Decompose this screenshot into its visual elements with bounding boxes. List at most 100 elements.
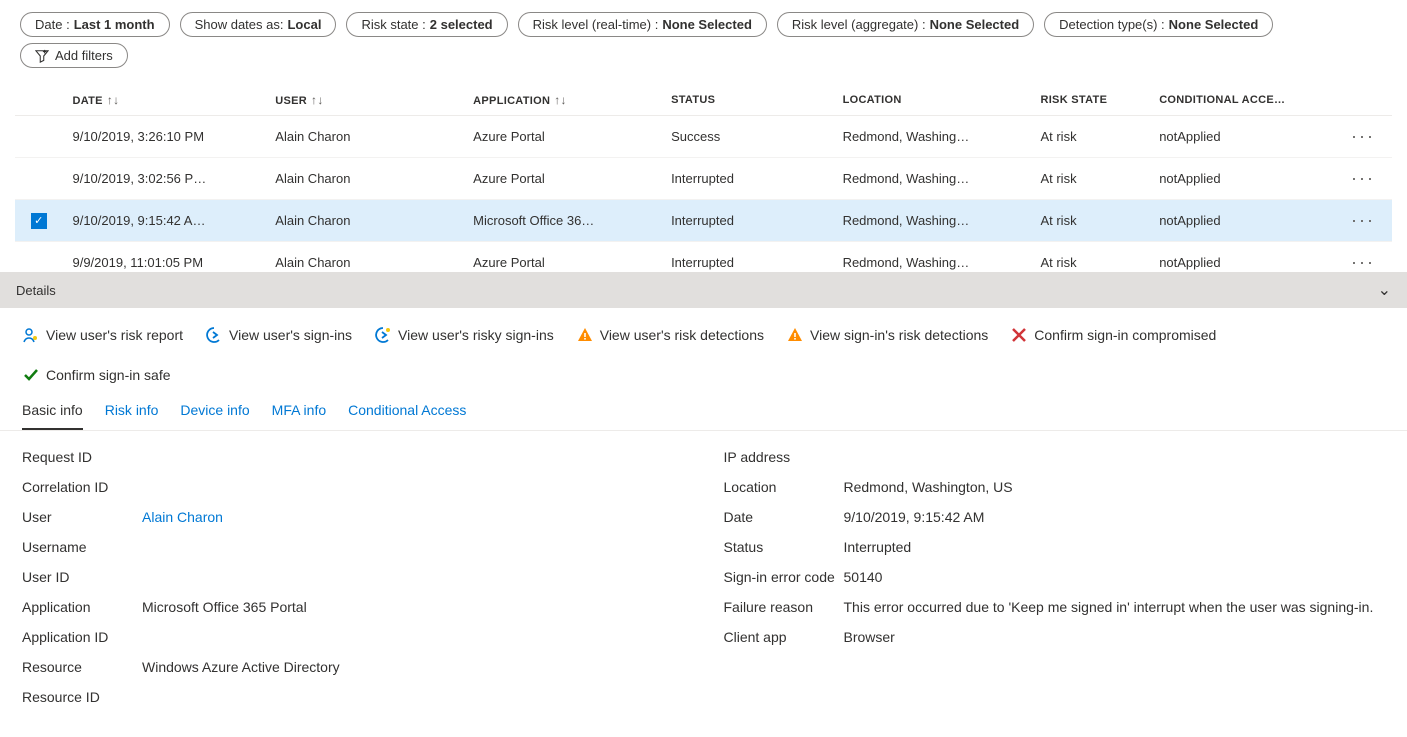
cell-user: Alain Charon xyxy=(265,158,463,200)
view-risky-signins-label: View user's risky sign-ins xyxy=(398,327,554,343)
row-more-button[interactable]: ··· xyxy=(1334,158,1392,200)
cell-riskstate: At risk xyxy=(1030,116,1149,158)
kv-location: LocationRedmond, Washington, US xyxy=(724,479,1386,495)
view-risky-signins-link[interactable]: View user's risky sign-ins xyxy=(374,326,554,344)
cell-status: Interrupted xyxy=(661,158,833,200)
view-risk-report-label: View user's risk report xyxy=(46,327,183,343)
filter-plus-icon xyxy=(35,49,49,63)
col-application-label: Application xyxy=(473,95,550,107)
col-application[interactable]: Application ↑↓ xyxy=(463,85,661,116)
col-date[interactable]: Date↑↓ xyxy=(62,85,265,116)
view-user-detections-link[interactable]: View user's risk detections xyxy=(576,326,764,344)
signin-table: Date↑↓ User↑↓ Application↑↓ Status Locat… xyxy=(15,85,1392,272)
row-checkbox[interactable] xyxy=(15,158,62,200)
filter-dates-as-value: Local xyxy=(287,17,321,32)
confirm-safe-link[interactable]: Confirm sign-in safe xyxy=(22,366,171,384)
cell-date: 9/10/2019, 3:26:10 PM xyxy=(62,116,265,158)
filter-risk-state-value: 2 selected xyxy=(430,17,493,32)
user-link[interactable]: Alain Charon xyxy=(142,509,223,525)
kv-ip: IP address xyxy=(724,449,1386,465)
filter-dates-as-label: Show dates as: xyxy=(195,17,284,32)
row-more-button[interactable]: ··· xyxy=(1334,200,1392,242)
kv-resource: ResourceWindows Azure Active Directory xyxy=(22,659,684,675)
col-date-label: Date xyxy=(72,95,102,107)
kv-status: StatusInterrupted xyxy=(724,539,1386,555)
filter-risk-realtime[interactable]: Risk level (real-time) : None Selected xyxy=(518,12,767,37)
details-title: Details xyxy=(16,283,56,298)
cell-conditional: notApplied xyxy=(1149,116,1334,158)
row-checkbox[interactable]: ✓ xyxy=(15,200,62,242)
filter-risk-aggregate[interactable]: Risk level (aggregate) : None Selected xyxy=(777,12,1034,37)
col-location-label: Location xyxy=(843,94,902,106)
row-checkbox[interactable] xyxy=(15,242,62,273)
kv-correlation-id: Correlation ID xyxy=(22,479,684,495)
details-left-col: Request ID Correlation ID UserAlain Char… xyxy=(22,449,684,719)
view-user-detections-label: View user's risk detections xyxy=(600,327,764,343)
confirm-compromised-link[interactable]: Confirm sign-in compromised xyxy=(1010,326,1216,344)
add-filters-button[interactable]: Add filters xyxy=(20,43,128,68)
col-riskstate[interactable]: Risk State xyxy=(1030,85,1149,116)
signin-icon xyxy=(205,326,223,344)
cell-riskstate: At risk xyxy=(1030,158,1149,200)
details-right-col: IP address LocationRedmond, Washington, … xyxy=(724,449,1386,719)
check-icon xyxy=(22,366,40,384)
filter-risk-state[interactable]: Risk state : 2 selected xyxy=(346,12,507,37)
view-signins-link[interactable]: View user's sign-ins xyxy=(205,326,352,344)
warning-icon xyxy=(786,326,804,344)
cell-date: 9/10/2019, 9:15:42 A… xyxy=(62,200,265,242)
cell-location: Redmond, Washing… xyxy=(833,158,1031,200)
sort-icon: ↑↓ xyxy=(311,93,324,107)
kv-user: UserAlain Charon xyxy=(22,509,684,525)
cell-application: Azure Portal xyxy=(463,242,661,273)
filter-risk-state-label: Risk state : xyxy=(361,17,425,32)
cell-conditional: notApplied xyxy=(1149,158,1334,200)
details-panel-header[interactable]: Details ⌄ xyxy=(0,272,1407,308)
col-user[interactable]: User↑↓ xyxy=(265,85,463,116)
cell-location: Redmond, Washing… xyxy=(833,200,1031,242)
filter-dates-as[interactable]: Show dates as: Local xyxy=(180,12,337,37)
col-location[interactable]: Location xyxy=(833,85,1031,116)
cell-status: Interrupted xyxy=(661,200,833,242)
cell-date: 9/10/2019, 3:02:56 P… xyxy=(62,158,265,200)
filter-date[interactable]: Date : Last 1 month xyxy=(20,12,170,37)
tab-conditional-access[interactable]: Conditional Access xyxy=(348,396,466,430)
row-more-button[interactable]: ··· xyxy=(1334,242,1392,273)
cell-location: Redmond, Washing… xyxy=(833,242,1031,273)
col-status[interactable]: Status xyxy=(661,85,833,116)
tab-risk-info[interactable]: Risk info xyxy=(105,396,159,430)
view-risk-report-link[interactable]: View user's risk report xyxy=(22,326,183,344)
col-checkbox[interactable] xyxy=(15,85,62,116)
tab-basic-info[interactable]: Basic info xyxy=(22,396,83,430)
confirm-safe-label: Confirm sign-in safe xyxy=(46,367,171,383)
row-checkbox[interactable] xyxy=(15,116,62,158)
details-body: Request ID Correlation ID UserAlain Char… xyxy=(0,431,1407,737)
kv-resource-id: Resource ID xyxy=(22,689,684,705)
table-row[interactable]: 9/9/2019, 11:01:05 PM Alain Charon Azure… xyxy=(15,242,1392,273)
tab-mfa-info[interactable]: MFA info xyxy=(272,396,326,430)
cell-riskstate: At risk xyxy=(1030,200,1149,242)
tab-device-info[interactable]: Device info xyxy=(180,396,249,430)
row-more-button[interactable]: ··· xyxy=(1334,116,1392,158)
cell-riskstate: At risk xyxy=(1030,242,1149,273)
cell-status: Success xyxy=(661,116,833,158)
col-conditional[interactable]: Conditional Acce… xyxy=(1149,85,1334,116)
cell-application: Azure Portal xyxy=(463,158,661,200)
sort-icon: ↑↓ xyxy=(554,93,567,107)
filter-risk-realtime-label: Risk level (real-time) : xyxy=(533,17,659,32)
view-signin-detections-link[interactable]: View sign-in's risk detections xyxy=(786,326,988,344)
table-row[interactable]: 9/10/2019, 3:02:56 P… Alain Charon Azure… xyxy=(15,158,1392,200)
kv-application: ApplicationMicrosoft Office 365 Portal xyxy=(22,599,684,615)
cell-date: 9/9/2019, 11:01:05 PM xyxy=(62,242,265,273)
kv-failure-reason: Failure reasonThis error occurred due to… xyxy=(724,599,1386,615)
table-row[interactable]: 9/10/2019, 3:26:10 PM Alain Charon Azure… xyxy=(15,116,1392,158)
kv-user-id: User ID xyxy=(22,569,684,585)
table-row[interactable]: ✓ 9/10/2019, 9:15:42 A… Alain Charon Mic… xyxy=(15,200,1392,242)
x-icon xyxy=(1010,326,1028,344)
view-signin-detections-label: View sign-in's risk detections xyxy=(810,327,988,343)
cell-application: Microsoft Office 36… xyxy=(463,200,661,242)
filters-row-2: Add filters xyxy=(0,43,1407,74)
cell-user: Alain Charon xyxy=(265,242,463,273)
checkbox-icon: ✓ xyxy=(31,213,47,229)
kv-username: Username xyxy=(22,539,684,555)
filter-detection-types[interactable]: Detection type(s) : None Selected xyxy=(1044,12,1273,37)
